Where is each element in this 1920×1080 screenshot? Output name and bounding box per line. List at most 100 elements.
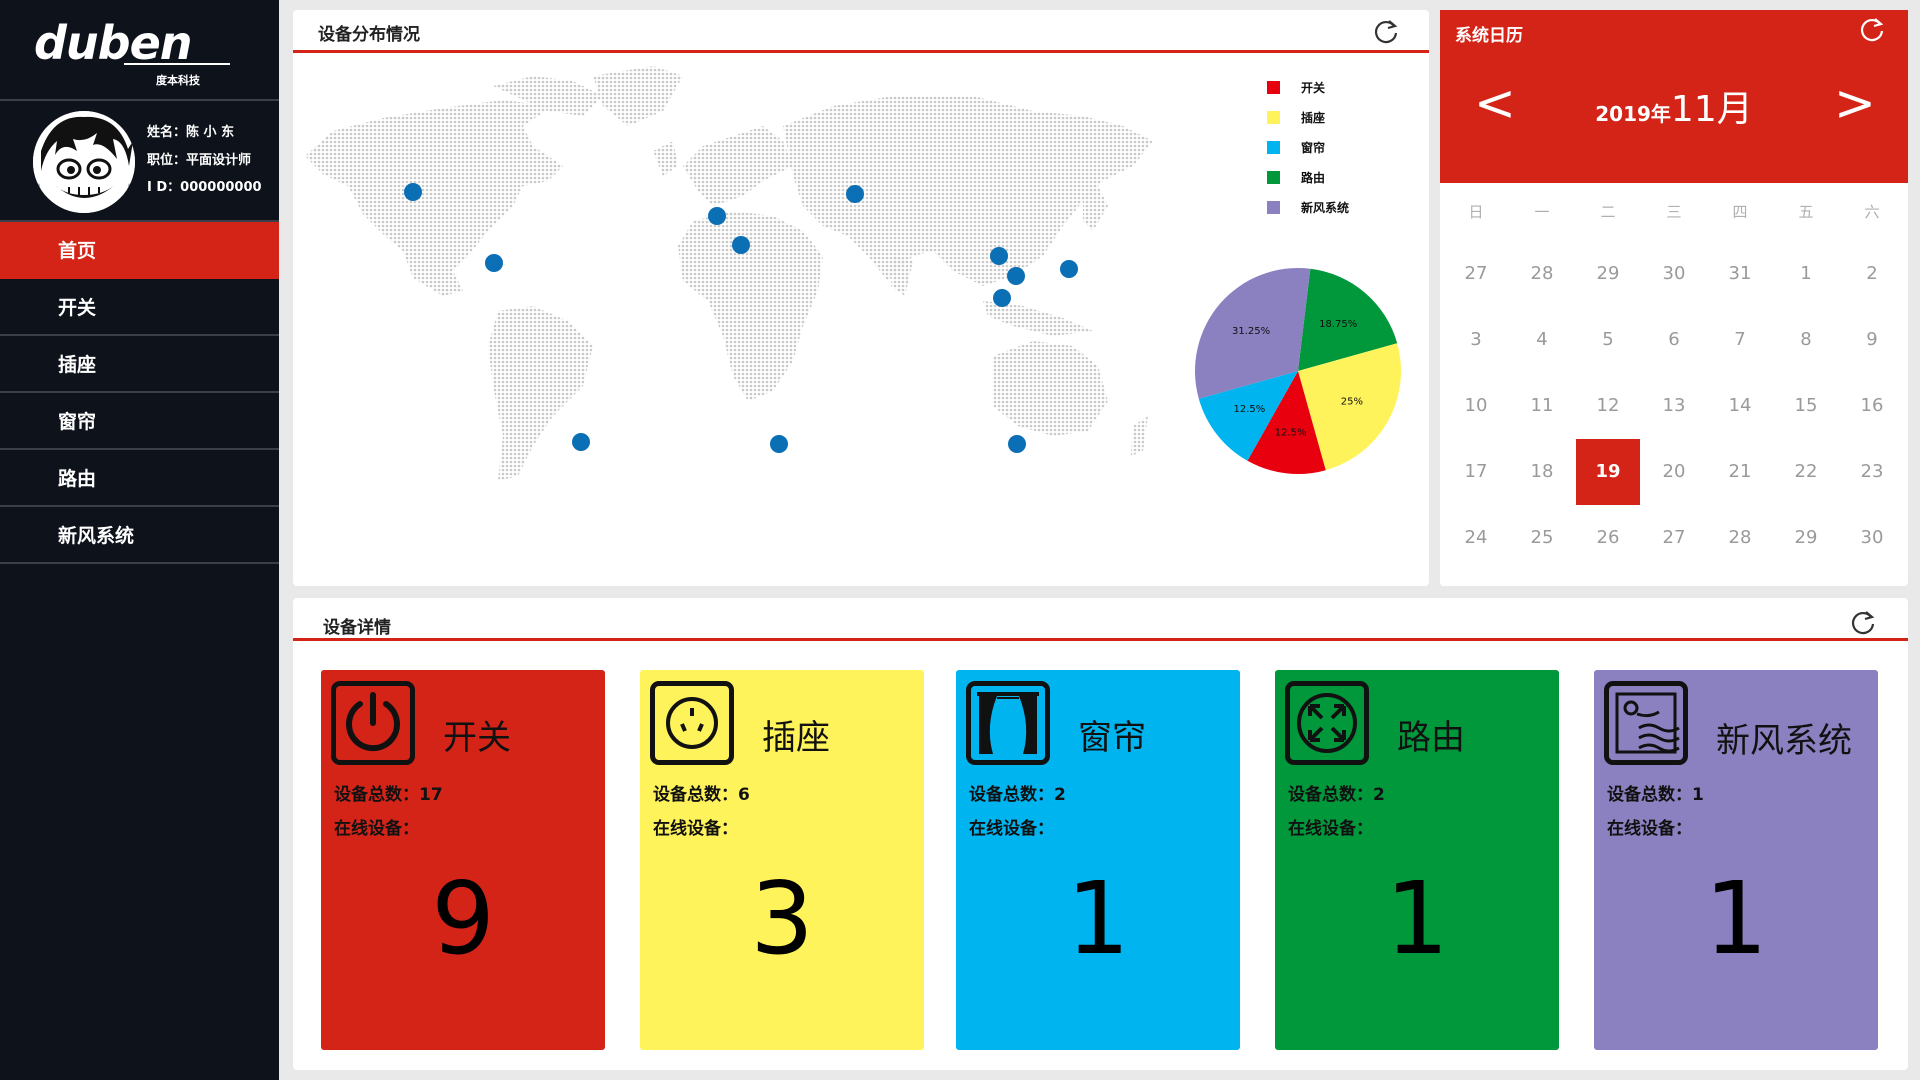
map-marker[interactable] <box>1060 260 1078 278</box>
calendar-day[interactable]: 27 <box>1443 241 1509 307</box>
avatar <box>33 111 135 213</box>
calendar-day[interactable]: 3 <box>1443 307 1509 373</box>
calendar-day[interactable]: 17 <box>1443 439 1509 505</box>
calendar-day[interactable]: 25 <box>1509 505 1575 571</box>
calendar-day[interactable]: 26 <box>1575 505 1641 571</box>
calendar-day[interactable]: 9 <box>1839 307 1905 373</box>
map-marker[interactable] <box>1007 267 1025 285</box>
calendar-day[interactable]: 10 <box>1443 373 1509 439</box>
next-month-button[interactable]: > <box>1834 78 1876 128</box>
weekday-label: 一 <box>1534 203 1550 221</box>
calendar-day[interactable]: 27 <box>1641 505 1707 571</box>
user-profile: 姓名：陈 小 东 职位：平面设计师 I D：000000000 <box>0 101 279 222</box>
calendar-week: 24 25 26 27 28 29 30 <box>1440 505 1908 571</box>
panel-title: 设备详情 <box>323 618 391 638</box>
nav-item-socket[interactable]: 插座 <box>0 336 279 393</box>
calendar-day[interactable]: 16 <box>1839 373 1905 439</box>
calendar-day[interactable]: 20 <box>1641 439 1707 505</box>
company-name: 度本科技 <box>156 74 200 87</box>
calendar-day[interactable]: 19 <box>1576 439 1640 505</box>
calendar-week: 27 28 29 30 31 1 2 <box>1440 241 1908 307</box>
online-count: 3 <box>750 860 814 977</box>
device-card-curtain[interactable]: 窗帘 设备总数：2 在线设备： 1 <box>956 670 1240 1050</box>
map-marker[interactable] <box>1008 435 1026 453</box>
profile-info: 姓名：陈 小 东 职位：平面设计师 I D：000000000 <box>147 119 262 202</box>
map-marker[interactable] <box>993 289 1011 307</box>
calendar-day[interactable]: 1 <box>1773 241 1839 307</box>
calendar-day[interactable]: 18 <box>1509 439 1575 505</box>
calendar-day[interactable]: 22 <box>1773 439 1839 505</box>
map-marker[interactable] <box>404 183 422 201</box>
calendar-day[interactable]: 13 <box>1641 373 1707 439</box>
legend-item[interactable]: 窗帘 <box>1267 132 1349 162</box>
total-value: 6 <box>738 785 750 805</box>
calendar-day[interactable]: 5 <box>1575 307 1641 373</box>
calendar-day[interactable]: 7 <box>1707 307 1773 373</box>
total-label: 设备总数： <box>653 785 738 805</box>
online-label: 在线设备： <box>969 819 1054 839</box>
device-card-socket[interactable]: 插座 设备总数：6 在线设备： 3 <box>640 670 924 1050</box>
calendar-day[interactable]: 31 <box>1707 241 1773 307</box>
pie-slice-label: 31.25% <box>1232 326 1270 337</box>
calendar-day[interactable]: 2 <box>1839 241 1905 307</box>
calendar-day[interactable]: 30 <box>1641 241 1707 307</box>
total-value: 2 <box>1054 785 1066 805</box>
refresh-icon[interactable] <box>1372 17 1400 45</box>
calendar-day[interactable]: 14 <box>1707 373 1773 439</box>
nav-item-home[interactable]: 首页 <box>0 222 279 279</box>
map-marker[interactable] <box>732 236 750 254</box>
map-marker[interactable] <box>990 247 1008 265</box>
online-label: 在线设备： <box>1288 819 1373 839</box>
legend-item[interactable]: 路由 <box>1267 162 1349 192</box>
nav-item-switch[interactable]: 开关 <box>0 279 279 336</box>
calendar-day[interactable]: 12 <box>1575 373 1641 439</box>
calendar-day[interactable]: 8 <box>1773 307 1839 373</box>
map-marker[interactable] <box>572 433 590 451</box>
online-count: 1 <box>1385 860 1449 977</box>
world-map <box>305 66 1153 481</box>
calendar-day[interactable]: 29 <box>1773 505 1839 571</box>
refresh-icon[interactable] <box>1849 608 1877 636</box>
nav-item-router[interactable]: 路由 <box>0 450 279 507</box>
calendar-day[interactable]: 11 <box>1509 373 1575 439</box>
legend-item[interactable]: 插座 <box>1267 102 1349 132</box>
calendar-day[interactable]: 24 <box>1443 505 1509 571</box>
router-icon <box>1285 681 1369 765</box>
device-total: 设备总数：1 <box>1607 780 1704 805</box>
calendar-day[interactable]: 4 <box>1509 307 1575 373</box>
pie-slice-label: 12.5% <box>1275 427 1307 438</box>
map-marker[interactable] <box>485 254 503 272</box>
device-total: 设备总数：2 <box>1288 780 1385 805</box>
legend-item[interactable]: 开关 <box>1267 72 1349 102</box>
id-label: I D： <box>147 180 181 195</box>
panel-header: 设备分布情况 <box>293 10 1429 53</box>
calendar-day[interactable]: 21 <box>1707 439 1773 505</box>
map-marker[interactable] <box>708 207 726 225</box>
calendar-day[interactable]: 30 <box>1839 505 1905 571</box>
device-card-switch[interactable]: 开关 设备总数：17 在线设备： 9 <box>321 670 605 1050</box>
calendar-day[interactable]: 6 <box>1641 307 1707 373</box>
device-name: 新风系统 <box>1716 721 1852 761</box>
calendar-year: 2019年 <box>1595 102 1671 126</box>
map-marker[interactable] <box>846 185 864 203</box>
weekday-header: 日 一 二 三 四 五 六 <box>1440 183 1908 241</box>
legend-swatch <box>1267 80 1280 94</box>
calendar-day[interactable]: 29 <box>1575 241 1641 307</box>
total-value: 1 <box>1692 785 1704 805</box>
total-value: 17 <box>419 785 443 805</box>
legend-item[interactable]: 新风系统 <box>1267 192 1349 222</box>
user-id: 000000000 <box>180 180 262 195</box>
device-card-router[interactable]: 路由 设备总数：2 在线设备： 1 <box>1275 670 1559 1050</box>
socket-icon <box>650 681 734 765</box>
calendar-day[interactable]: 23 <box>1839 439 1905 505</box>
refresh-icon[interactable] <box>1858 15 1886 43</box>
calendar-week: 17 18 19 20 21 22 23 <box>1440 439 1908 505</box>
device-card-ventilation[interactable]: 新风系统 设备总数：1 在线设备： 1 <box>1594 670 1878 1050</box>
total-value: 2 <box>1373 785 1385 805</box>
calendar-day[interactable]: 28 <box>1509 241 1575 307</box>
calendar-day[interactable]: 15 <box>1773 373 1839 439</box>
map-marker[interactable] <box>770 435 788 453</box>
calendar-day[interactable]: 28 <box>1707 505 1773 571</box>
nav-item-ventilation[interactable]: 新风系统 <box>0 507 279 564</box>
nav-item-curtain[interactable]: 窗帘 <box>0 393 279 450</box>
